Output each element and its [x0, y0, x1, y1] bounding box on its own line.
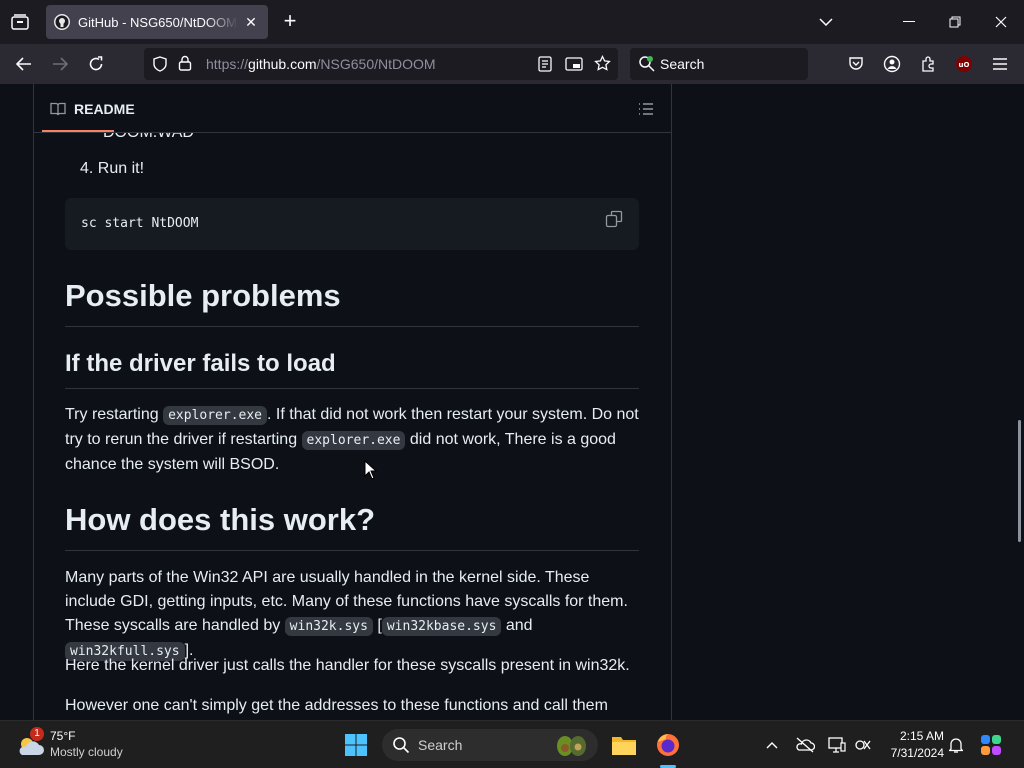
system-clock[interactable]: 2:15 AM 7/31/2024	[880, 728, 944, 762]
weather-alert-badge: 1	[30, 727, 44, 741]
outline-list-icon[interactable]	[638, 101, 654, 122]
copilot-icon[interactable]	[976, 729, 1006, 761]
new-tab-icon[interactable]: +	[278, 10, 302, 34]
readme-header: README	[34, 84, 671, 133]
pocket-icon[interactable]	[844, 52, 868, 76]
heading-possible-problems: Possible problems	[65, 276, 639, 327]
copy-icon[interactable]	[605, 210, 625, 230]
back-arrow-icon[interactable]	[12, 52, 36, 76]
close-window-icon[interactable]	[988, 0, 1014, 44]
svg-text:uO: uO	[959, 61, 970, 69]
hamburger-menu-icon[interactable]	[988, 52, 1012, 76]
search-engine-icon[interactable]	[638, 55, 656, 78]
taskbar-search-box[interactable]: Search	[382, 729, 598, 761]
taskbar-search-placeholder: Search	[418, 737, 463, 753]
tab-close-icon[interactable]: ✕	[242, 14, 260, 31]
readme-tab-label[interactable]: README	[74, 101, 135, 117]
lock-icon[interactable]	[178, 55, 192, 76]
url-bar[interactable]: https://github.com/NSG650/NtDOOM	[144, 48, 618, 80]
url-host: github.com	[248, 56, 317, 72]
search-icon	[392, 736, 410, 759]
p2-text-b: [	[372, 617, 382, 634]
tab-bar: GitHub - NSG650/NtDOOM: Do ✕ +	[0, 0, 1024, 44]
reader-view-icon[interactable]	[538, 56, 552, 77]
mouse-cursor-icon	[364, 459, 378, 485]
show-hidden-icons-chevron-icon[interactable]	[756, 729, 788, 761]
book-icon	[50, 101, 66, 122]
search-bar-placeholder: Search	[660, 56, 705, 72]
inline-code-win32k: win32k.sys	[284, 617, 373, 636]
forward-arrow-icon[interactable]	[48, 52, 72, 76]
picture-in-picture-icon[interactable]	[565, 56, 583, 77]
weather-widget[interactable]: 1 75°F Mostly cloudy	[14, 727, 144, 763]
avocado-search-highlight-icon	[554, 732, 588, 763]
step-4-text: 4. Run it!	[80, 160, 145, 177]
search-bar[interactable]: Search	[630, 48, 808, 80]
page-content: README DOOM.WAD 4. Run it! sc start NtDO…	[0, 84, 1024, 720]
tab-title: GitHub - NSG650/NtDOOM: Do	[78, 14, 238, 30]
extensions-puzzle-icon[interactable]	[916, 52, 940, 76]
weather-description: Mostly cloudy	[50, 745, 123, 759]
code-command: sc start NtDOOM	[81, 216, 199, 231]
p1-text-a: Try restarting	[65, 406, 164, 423]
paragraph-driver-fails: Try restarting explorer.exe. If that did…	[65, 403, 641, 477]
paragraph-addresses: However one can't simply get the address…	[65, 697, 608, 714]
bookmark-star-icon[interactable]	[594, 54, 611, 77]
list-all-tabs-chevron-icon[interactable]	[814, 0, 838, 44]
onedrive-offline-icon[interactable]	[790, 729, 820, 761]
inline-code-explorer: explorer.exe	[163, 406, 268, 425]
paragraph-kernel-driver: Here the kernel driver just calls the ha…	[65, 657, 630, 674]
readme-tab-underline	[42, 130, 114, 132]
github-icon	[54, 14, 70, 30]
network-volume-icon[interactable]	[848, 729, 878, 761]
page-scrollbar[interactable]	[1018, 420, 1021, 542]
inline-code-win32kbase: win32kbase.sys	[381, 617, 502, 636]
account-icon[interactable]	[880, 52, 904, 76]
code-block: sc start NtDOOM	[65, 198, 639, 250]
reload-icon[interactable]	[84, 52, 108, 76]
inline-code-explorer: explorer.exe	[301, 431, 406, 450]
minimize-icon[interactable]	[896, 0, 922, 44]
clock-time: 2:15 AM	[899, 729, 944, 743]
tab-github-ntdoom[interactable]: GitHub - NSG650/NtDOOM: Do ✕	[46, 5, 268, 39]
url-path: /NSG650/NtDOOM	[316, 56, 436, 72]
heading-driver-fails: If the driver fails to load	[65, 348, 639, 389]
paragraph-win32: Many parts of the Win32 API are usually …	[65, 566, 641, 664]
url-prefix: https://	[206, 56, 249, 72]
tracking-protection-shield-icon[interactable]	[152, 56, 168, 77]
firefox-icon[interactable]	[652, 729, 684, 761]
notification-bell-icon[interactable]	[942, 729, 970, 761]
url-text[interactable]: https://github.com/NSG650/NtDOOM	[206, 56, 436, 72]
file-explorer-icon[interactable]	[608, 729, 640, 761]
windows-taskbar: 1 75°F Mostly cloudy Search 2:15 AM 7/31…	[0, 720, 1024, 768]
ublock-origin-icon[interactable]: uO	[952, 52, 976, 76]
restore-icon[interactable]	[942, 0, 968, 44]
windows-start-icon[interactable]	[340, 729, 372, 761]
p2-text-c: and	[501, 617, 533, 634]
tab-list-icon[interactable]	[8, 10, 32, 34]
clock-date: 7/31/2024	[890, 746, 944, 760]
navigation-toolbar: https://github.com/NSG650/NtDOOM Search …	[0, 44, 1024, 84]
weather-temperature: 75°F	[50, 729, 76, 743]
heading-how-does-this-work: How does this work?	[65, 500, 639, 551]
